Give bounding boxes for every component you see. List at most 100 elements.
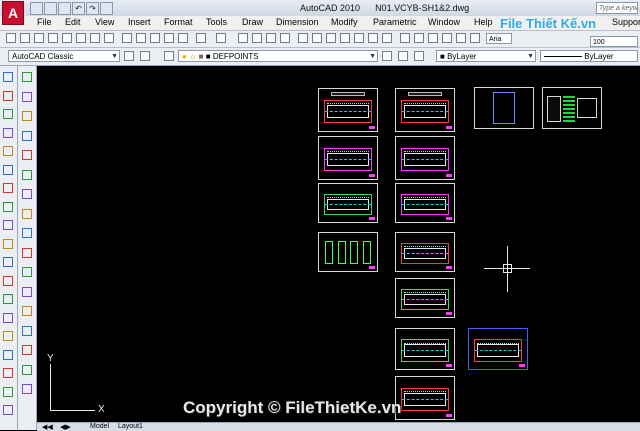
save-icon[interactable] — [58, 2, 71, 15]
menu-support[interactable]: Suppor — [612, 17, 640, 27]
arc-icon[interactable] — [3, 164, 13, 175]
stretch-icon[interactable] — [22, 228, 32, 238]
font-select[interactable]: Aria — [486, 33, 512, 44]
workspace-settings-icon[interactable] — [124, 51, 134, 61]
plot-icon[interactable] — [100, 2, 113, 15]
color-select[interactable]: ■ ByLayer ▼ — [436, 50, 536, 62]
bold-icon[interactable] — [456, 33, 466, 43]
menu-modify[interactable]: Modify — [331, 17, 358, 27]
linetype-select[interactable]: ByLayer — [540, 50, 638, 62]
construction-line-icon[interactable] — [3, 90, 13, 101]
drawing-sheet[interactable] — [318, 136, 378, 180]
revision-cloud-icon[interactable] — [3, 201, 13, 212]
ellipse-icon[interactable] — [3, 238, 13, 249]
quickcalc-icon[interactable] — [368, 33, 378, 43]
open-icon[interactable] — [20, 33, 30, 43]
make-layer-current-icon[interactable] — [382, 51, 392, 61]
tab-layout1[interactable]: Layout1 — [118, 423, 143, 430]
spline-icon[interactable] — [3, 220, 13, 230]
print-icon[interactable] — [76, 33, 86, 43]
copy-object-icon[interactable] — [22, 91, 32, 102]
line-icon[interactable] — [3, 72, 13, 82]
text-height-input[interactable]: 100 — [590, 36, 638, 47]
undo-icon[interactable] — [196, 33, 206, 43]
zoom-window-icon[interactable] — [266, 33, 276, 43]
drawing-sheet[interactable] — [318, 232, 378, 272]
layer-select[interactable]: ● ☼ ■ ■ DEFPOINTS ▼ — [178, 50, 378, 62]
plot-preview-icon[interactable] — [90, 33, 100, 43]
copy-icon[interactable] — [136, 33, 146, 43]
drawing-sheet[interactable] — [542, 87, 602, 129]
scale-icon[interactable] — [22, 208, 32, 219]
pan-icon[interactable] — [238, 33, 248, 43]
array-icon[interactable] — [22, 150, 32, 160]
redo-icon[interactable] — [216, 33, 226, 43]
drawing-sheet[interactable] — [318, 88, 378, 132]
ellipse-arc-icon[interactable] — [3, 257, 13, 267]
menu-tools[interactable]: Tools — [206, 17, 227, 27]
hatch-icon[interactable] — [3, 331, 13, 341]
multiline-text-icon[interactable] — [3, 405, 13, 415]
italic-icon[interactable] — [470, 33, 480, 43]
point-icon[interactable] — [3, 312, 13, 323]
zoom-previous-icon[interactable] — [280, 33, 290, 43]
drawing-sheet[interactable] — [395, 88, 455, 132]
menu-window[interactable]: Window — [428, 17, 460, 27]
drawing-sheet[interactable] — [395, 376, 455, 420]
workspace-select[interactable]: AutoCAD Classic ▼ — [8, 50, 120, 62]
tool-palettes-icon[interactable] — [326, 33, 336, 43]
design-center-icon[interactable] — [312, 33, 322, 43]
circle-icon[interactable] — [3, 183, 13, 193]
search-input[interactable]: Type a keyw — [596, 2, 638, 14]
drawing-sheet[interactable] — [395, 232, 455, 272]
fillet-icon[interactable] — [22, 364, 32, 375]
erase-icon[interactable] — [22, 72, 32, 82]
publish-icon[interactable] — [62, 33, 72, 43]
open-file-icon[interactable] — [44, 2, 57, 15]
rotate-icon[interactable] — [22, 189, 32, 199]
polyline-icon[interactable] — [3, 109, 13, 119]
break-icon[interactable] — [22, 306, 32, 316]
help-icon[interactable] — [382, 33, 392, 43]
gradient-icon[interactable] — [3, 349, 13, 360]
menu-edit[interactable]: Edit — [65, 17, 81, 27]
menu-dimension[interactable]: Dimension — [276, 17, 319, 27]
menu-format[interactable]: Format — [164, 17, 193, 27]
menu-insert[interactable]: Insert — [128, 17, 151, 27]
layer-states-icon[interactable] — [398, 51, 408, 61]
dim-style-icon[interactable] — [414, 33, 424, 43]
publish-3d-icon[interactable] — [104, 33, 114, 43]
extend-icon[interactable] — [22, 267, 32, 277]
drawing-sheet[interactable] — [474, 87, 534, 129]
offset-icon[interactable] — [22, 130, 32, 141]
table-style-icon[interactable] — [428, 33, 438, 43]
break-at-point-icon[interactable] — [22, 286, 32, 297]
rectangle-icon[interactable] — [3, 146, 13, 156]
drawing-sheet[interactable] — [395, 183, 455, 223]
layer-previous-icon[interactable] — [164, 51, 174, 61]
chamfer-icon[interactable] — [22, 345, 32, 355]
trim-icon[interactable] — [22, 247, 32, 258]
join-icon[interactable] — [22, 325, 32, 336]
make-block-icon[interactable] — [3, 294, 13, 304]
menu-help[interactable]: Help — [474, 17, 493, 27]
multileader-style-icon[interactable] — [442, 33, 452, 43]
menu-file[interactable]: File — [37, 17, 52, 27]
save-icon[interactable] — [34, 33, 44, 43]
explode-icon[interactable] — [22, 384, 32, 394]
markup-icon[interactable] — [354, 33, 364, 43]
properties-icon[interactable] — [298, 33, 308, 43]
mirror-icon[interactable] — [22, 111, 32, 121]
move-icon[interactable] — [22, 169, 32, 180]
drawing-canvas[interactable] — [37, 66, 640, 422]
new-file-icon[interactable] — [30, 2, 43, 15]
text-style-icon[interactable] — [400, 33, 410, 43]
insert-block-icon[interactable] — [3, 275, 13, 286]
region-icon[interactable] — [3, 368, 13, 378]
drawing-sheet[interactable] — [395, 136, 455, 180]
qnew-icon[interactable] — [6, 33, 16, 43]
block-editor-icon[interactable] — [178, 33, 188, 43]
undo-icon[interactable]: ↶ — [72, 2, 85, 15]
match-properties-icon[interactable] — [164, 33, 174, 43]
layer-manager-icon[interactable] — [140, 51, 150, 61]
